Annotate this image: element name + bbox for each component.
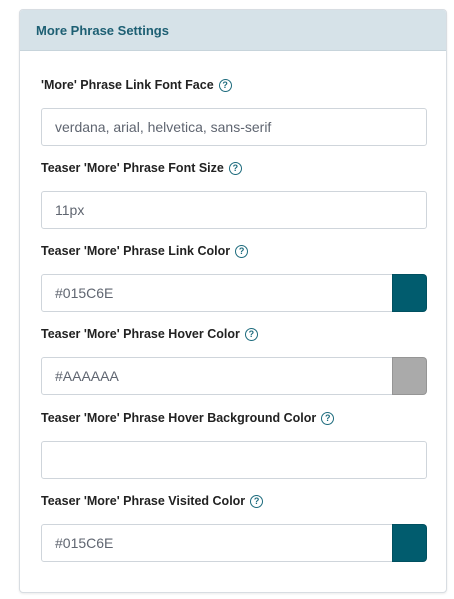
field-label: Teaser 'More' Phrase Link Color ?	[41, 243, 427, 259]
link-color-swatch[interactable]	[392, 274, 427, 312]
input-row: verdana, arial, helvetica, sans-serif	[41, 108, 427, 146]
panel-header: More Phrase Settings	[20, 10, 446, 51]
field-label-text: Teaser 'More' Phrase Visited Color	[41, 494, 246, 508]
visited-color-swatch[interactable]	[392, 524, 427, 562]
field-label-text: 'More' Phrase Link Font Face	[41, 78, 214, 92]
field-label: 'More' Phrase Link Font Face ?	[41, 77, 427, 93]
field-font-size: Teaser 'More' Phrase Font Size ? 11px	[41, 160, 427, 229]
input-row	[41, 441, 427, 479]
field-label: Teaser 'More' Phrase Font Size ?	[41, 160, 427, 176]
field-visited-color: Teaser 'More' Phrase Visited Color ? #01…	[41, 493, 427, 562]
field-hover-background-color: Teaser 'More' Phrase Hover Background Co…	[41, 410, 427, 479]
font-size-input[interactable]: 11px	[41, 191, 427, 229]
help-icon[interactable]: ?	[250, 494, 264, 508]
more-phrase-settings-panel: More Phrase Settings 'More' Phrase Link …	[19, 9, 447, 593]
help-icon[interactable]: ?	[235, 244, 249, 258]
hover-color-input[interactable]: #AAAAAA	[41, 357, 393, 395]
visited-color-input[interactable]: #015C6E	[41, 524, 393, 562]
field-label-text: Teaser 'More' Phrase Hover Color	[41, 327, 240, 341]
field-label-text: Teaser 'More' Phrase Link Color	[41, 244, 231, 258]
field-hover-color: Teaser 'More' Phrase Hover Color ? #AAAA…	[41, 326, 427, 395]
field-link-color: Teaser 'More' Phrase Link Color ? #015C6…	[41, 243, 427, 312]
field-label: Teaser 'More' Phrase Hover Background Co…	[41, 410, 427, 426]
input-row: #AAAAAA	[41, 357, 427, 395]
panel-title: More Phrase Settings	[36, 22, 169, 38]
input-row: #015C6E	[41, 274, 427, 312]
link-color-input[interactable]: #015C6E	[41, 274, 393, 312]
field-label: Teaser 'More' Phrase Hover Color ?	[41, 326, 427, 342]
help-icon[interactable]: ?	[218, 78, 232, 92]
help-icon[interactable]: ?	[321, 411, 335, 425]
hover-color-swatch[interactable]	[392, 357, 427, 395]
input-row: 11px	[41, 191, 427, 229]
input-row: #015C6E	[41, 524, 427, 562]
help-icon[interactable]: ?	[244, 327, 258, 341]
hover-background-color-input[interactable]	[41, 441, 427, 479]
field-label-text: Teaser 'More' Phrase Font Size	[41, 161, 224, 175]
link-font-face-input[interactable]: verdana, arial, helvetica, sans-serif	[41, 108, 427, 146]
field-link-font-face: 'More' Phrase Link Font Face ? verdana, …	[41, 77, 427, 146]
field-label-text: Teaser 'More' Phrase Hover Background Co…	[41, 411, 317, 425]
field-label: Teaser 'More' Phrase Visited Color ?	[41, 493, 427, 509]
help-icon[interactable]: ?	[228, 161, 242, 175]
